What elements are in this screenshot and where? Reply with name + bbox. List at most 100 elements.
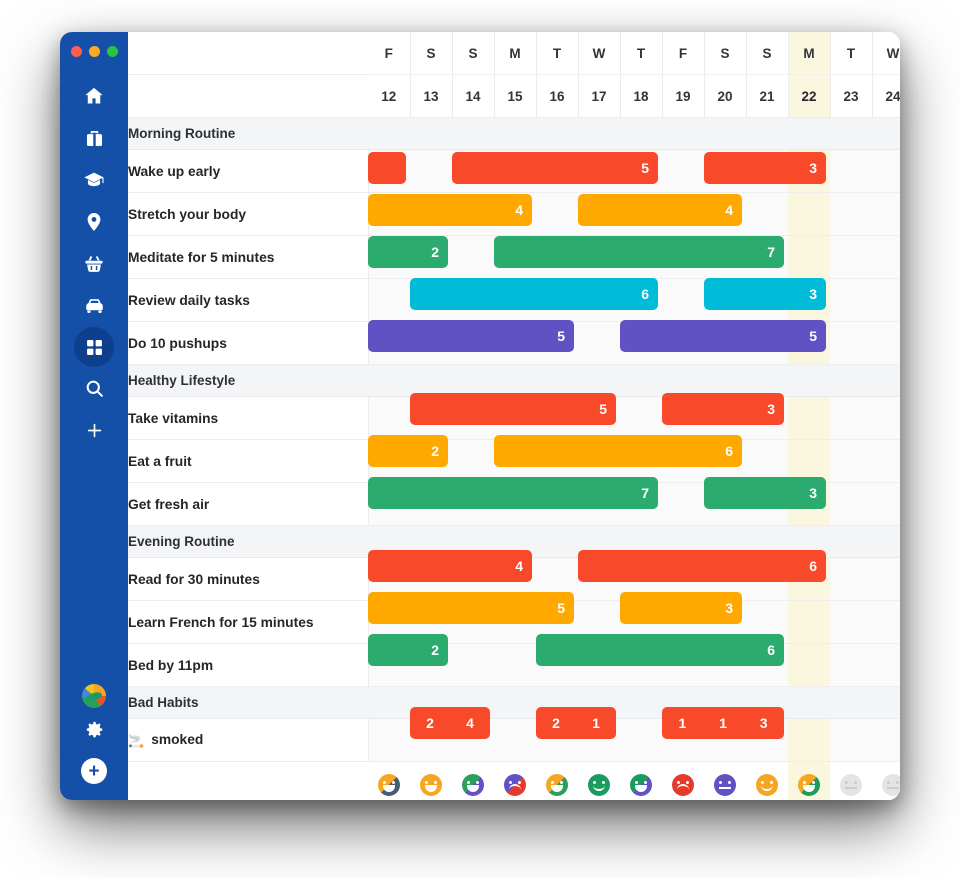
date-header[interactable]: 22 (788, 74, 831, 118)
habit-name-cell[interactable]: Wake up early (128, 149, 369, 193)
habit-day-cell[interactable] (620, 718, 662, 762)
date-header[interactable]: 12 (368, 74, 411, 118)
date-header[interactable]: 13 (410, 74, 453, 118)
habit-day-cell[interactable] (452, 643, 494, 687)
close-window-button[interactable] (71, 46, 82, 57)
habit-streak-bar[interactable]: 5 (410, 393, 616, 425)
habit-streak-bar[interactable]: 5 (620, 320, 826, 352)
habit-name-cell[interactable]: Eat a fruit (128, 439, 369, 483)
habit-day-cell[interactable] (410, 149, 452, 193)
habit-day-cell[interactable] (872, 718, 900, 762)
mood-emoji-grin[interactable] (462, 773, 484, 796)
habit-day-cell[interactable] (746, 192, 788, 236)
mood-cell[interactable] (410, 761, 452, 800)
day-of-week-header[interactable]: F (368, 32, 411, 75)
mood-cell[interactable] (746, 761, 788, 800)
habit-streak-bar[interactable]: 4 (368, 550, 532, 582)
habit-streak-bar[interactable]: 1 1 3 (662, 707, 784, 739)
day-of-week-header[interactable]: T (536, 32, 579, 75)
mood-cell[interactable] (368, 761, 410, 800)
habit-streak-bar[interactable]: 3 (704, 278, 826, 310)
habit-day-cell[interactable] (662, 149, 704, 193)
habit-day-cell[interactable] (788, 643, 830, 687)
habit-day-cell[interactable] (830, 643, 872, 687)
habit-day-cell[interactable] (830, 396, 872, 440)
habit-streak-bar[interactable]: 6 (536, 634, 784, 666)
habit-day-cell[interactable] (830, 321, 872, 365)
sidebar-item-education[interactable] (72, 159, 116, 201)
habit-name-cell[interactable]: Learn French for 15 minutes (128, 600, 369, 644)
sidebar-item-home[interactable] (72, 75, 116, 117)
mood-cell[interactable] (704, 761, 746, 800)
habit-day-cell[interactable] (788, 718, 830, 762)
date-header[interactable]: 23 (830, 74, 873, 118)
mood-cell[interactable] (578, 761, 620, 800)
habit-day-cell[interactable] (872, 600, 900, 644)
habit-streak-bar[interactable]: 7 (494, 236, 784, 268)
date-header[interactable]: 17 (578, 74, 621, 118)
mood-emoji-sad[interactable] (672, 773, 694, 796)
habit-day-cell[interactable] (830, 600, 872, 644)
habit-day-cell[interactable] (536, 192, 578, 236)
habit-day-cell[interactable] (830, 192, 872, 236)
habit-name-cell[interactable]: Meditate for 5 minutes (128, 235, 369, 279)
habit-day-cell[interactable] (494, 643, 536, 687)
habit-day-cell[interactable] (872, 235, 900, 279)
habit-day-cell[interactable] (494, 718, 536, 762)
sidebar-item-shopping[interactable] (72, 243, 116, 285)
habit-day-cell[interactable] (620, 396, 662, 440)
habit-streak-bar[interactable]: 3 (704, 152, 826, 184)
mood-emoji-grin[interactable] (798, 773, 820, 796)
habit-day-cell[interactable] (368, 718, 410, 762)
habit-day-cell[interactable] (830, 439, 872, 483)
date-header[interactable]: 24 (872, 74, 900, 118)
habit-row[interactable]: 🚬 smoked 3 (128, 718, 900, 762)
habit-streak-bar[interactable] (368, 152, 406, 184)
habit-name-cell[interactable]: 🚬 smoked (128, 718, 369, 762)
habit-day-cell[interactable] (830, 557, 872, 601)
sidebar-item-search[interactable] (72, 367, 116, 409)
mood-emoji-grin[interactable] (420, 773, 442, 796)
mood-cell[interactable] (662, 761, 704, 800)
mood-cell[interactable] (494, 761, 536, 800)
habit-day-cell[interactable] (872, 149, 900, 193)
day-of-week-header[interactable]: S (410, 32, 453, 75)
date-header[interactable]: 15 (494, 74, 537, 118)
habit-day-cell[interactable] (368, 278, 410, 322)
date-header[interactable]: 20 (704, 74, 747, 118)
date-header[interactable]: 21 (746, 74, 789, 118)
habit-name-cell[interactable]: Get fresh air (128, 482, 369, 526)
sidebar-item-travel[interactable] (72, 285, 116, 327)
avatar-logo[interactable] (82, 684, 106, 708)
mood-emoji-grin[interactable] (378, 773, 400, 796)
sidebar-item-add[interactable] (72, 409, 116, 451)
habit-streak-bar[interactable]: 3 (662, 393, 784, 425)
mood-cell[interactable] (536, 761, 578, 800)
plus-circle-icon[interactable]: + (81, 758, 107, 784)
habit-day-cell[interactable] (830, 718, 872, 762)
habit-day-cell[interactable] (830, 149, 872, 193)
habit-name-cell[interactable]: Read for 30 minutes (128, 557, 369, 601)
mood-emoji-smile[interactable] (756, 773, 778, 796)
day-of-week-header[interactable]: F (662, 32, 705, 75)
date-header[interactable]: 19 (662, 74, 705, 118)
habit-day-cell[interactable] (872, 396, 900, 440)
sidebar-item-work[interactable] (72, 117, 116, 159)
habit-day-cell[interactable] (872, 643, 900, 687)
day-of-week-header[interactable]: W (872, 32, 900, 75)
habit-name-cell[interactable]: Take vitamins (128, 396, 369, 440)
day-of-week-header[interactable]: W (578, 32, 621, 75)
day-of-week-header[interactable]: T (620, 32, 663, 75)
habit-streak-bar[interactable]: 2 (368, 634, 448, 666)
habit-day-cell[interactable] (788, 192, 830, 236)
habit-streak-bar[interactable]: 4 (578, 194, 742, 226)
mood-cell[interactable] (620, 761, 662, 800)
habit-name-cell[interactable]: Stretch your body (128, 192, 369, 236)
sidebar-item-habits[interactable] (74, 327, 114, 367)
minimize-window-button[interactable] (89, 46, 100, 57)
habit-day-cell[interactable] (788, 235, 830, 279)
mood-cell[interactable] (788, 761, 830, 800)
habit-streak-bar[interactable]: 3 (620, 592, 742, 624)
habit-day-cell[interactable] (872, 321, 900, 365)
habit-streak-bar[interactable]: 7 (368, 477, 658, 509)
